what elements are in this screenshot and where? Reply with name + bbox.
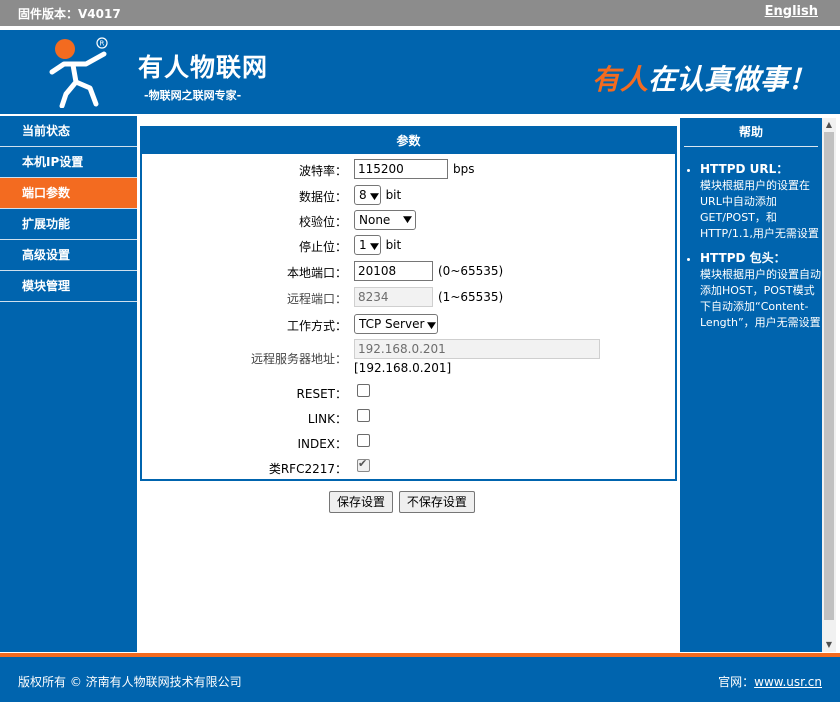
stopbits-unit: bit — [385, 238, 402, 252]
sidebar-item-status[interactable]: 当前状态 — [0, 116, 137, 147]
footer: 版权所有 © 济南有人物联网技术有限公司 官网：www.usr.cn — [0, 657, 840, 702]
remote-port-range: (1~65535) — [438, 290, 504, 304]
databits-select[interactable]: 8 ▼ — [354, 185, 381, 205]
params-panel: 参数 波特率： 115200 bps 数据位： 8 ▼ bit 校验位： None ▼ … — [140, 126, 677, 481]
local-port-row: 本地端口： 20108 (0~65535) — [142, 261, 675, 283]
remote-server-note: [192.168.0.201] — [354, 361, 452, 375]
mode-value: TCP Server — [359, 317, 425, 331]
index-checkbox[interactable] — [357, 434, 370, 447]
index-label: INDEX： — [297, 437, 347, 451]
help-item-heading: HTTPD URL： — [700, 162, 789, 176]
stopbits-select[interactable]: 1 ▼ — [354, 235, 381, 255]
copyright: 版权所有 © 济南有人物联网技术有限公司 — [18, 675, 242, 689]
baud-unit: bps — [453, 162, 475, 176]
reset-row: RESET： — [142, 382, 675, 404]
website: 官网：www.usr.cn — [718, 673, 822, 690]
rfc2217-label: 类RFC2217： — [268, 462, 347, 476]
sidebar-nav: 当前状态 本机IP设置 端口参数 扩展功能 高级设置 模块管理 — [0, 116, 137, 652]
main-content: 参数 波特率： 115200 bps 数据位： 8 ▼ bit 校验位： None ▼ … — [140, 126, 677, 481]
help-item: HTTPD URL： 模块根据用户的设置在URL中自动添加GET/POST，和HT… — [700, 161, 822, 242]
sidebar-item-extended[interactable]: 扩展功能 — [0, 209, 137, 240]
scrollbar-thumb[interactable] — [824, 132, 834, 620]
brand-name: 有人物联网 — [138, 53, 269, 82]
link-checkbox[interactable] — [357, 409, 370, 422]
panel-title: 参数 — [142, 128, 675, 154]
rfc2217-row: 类RFC2217： — [142, 457, 675, 479]
databits-value: 8 — [359, 188, 367, 202]
arrow-down-icon[interactable]: ▼ — [822, 638, 836, 652]
form-buttons: 保存设置 不保存设置 — [329, 491, 477, 513]
sidebar-item-ip-settings[interactable]: 本机IP设置 — [0, 147, 137, 178]
running-man-logo-icon: R — [49, 37, 108, 108]
databits-label: 数据位： — [298, 190, 347, 204]
stopbits-label: 停止位： — [298, 240, 347, 254]
local-port-label: 本地端口： — [286, 266, 347, 280]
parity-value: None — [359, 213, 391, 227]
save-button[interactable]: 保存设置 — [329, 491, 394, 513]
remote-port-input[interactable]: 8234 — [354, 287, 433, 307]
databits-row: 数据位： 8 ▼ bit — [142, 185, 675, 207]
website-link[interactable]: www.usr.cn — [754, 675, 822, 689]
help-list: HTTPD URL： 模块根据用户的设置在URL中自动添加GET/POST，和HT… — [680, 161, 822, 331]
mode-select[interactable]: TCP Server ▼ — [354, 314, 439, 334]
remote-server-input[interactable]: 192.168.0.201 — [354, 339, 600, 359]
parity-label: 校验位： — [298, 215, 347, 229]
stopbits-value: 1 — [359, 238, 367, 252]
remote-server-label: 远程服务器地址： — [250, 352, 347, 366]
slogan: 有人在认真做事！ — [592, 58, 816, 98]
slogan-accent: 有人 — [591, 63, 648, 96]
parity-row: 校验位： None ▼ — [142, 210, 675, 232]
arrow-up-icon[interactable]: ▲ — [822, 118, 836, 132]
link-label: LINK： — [307, 412, 347, 426]
rfc2217-checkbox[interactable] — [357, 457, 370, 472]
mode-label: 工作方式： — [286, 319, 347, 333]
link-row: LINK： — [142, 407, 675, 429]
english-language-link[interactable]: English — [765, 4, 818, 19]
chevron-down-icon: ▼ — [369, 242, 379, 252]
remote-server-row: 远程服务器地址： 192.168.0.201 [192.168.0.201] — [142, 339, 675, 379]
local-port-input[interactable]: 20108 — [354, 261, 433, 281]
remote-port-label: 远程端口： — [286, 292, 347, 306]
parity-select[interactable]: None ▼ — [354, 210, 416, 230]
help-scrollbar[interactable]: ▲ ▼ — [822, 118, 836, 652]
help-panel: 帮助 HTTPD URL： 模块根据用户的设置在URL中自动添加GET/POST，… — [680, 118, 822, 652]
baud-input[interactable]: 115200 — [354, 159, 448, 179]
slogan-rest: 在认真做事！ — [647, 63, 816, 96]
chevron-down-icon: ▼ — [427, 321, 437, 331]
sidebar-item-advanced[interactable]: 高级设置 — [0, 240, 137, 271]
baud-row: 波特率： 115200 bps — [142, 159, 675, 181]
mode-row: 工作方式： TCP Server ▼ — [142, 314, 675, 336]
sidebar-item-port-params[interactable]: 端口参数 — [0, 178, 137, 209]
remote-port-row: 远程端口： 8234 (1~65535) — [142, 287, 675, 309]
sidebar-item-module-manage[interactable]: 模块管理 — [0, 271, 137, 302]
svg-text:R: R — [100, 40, 105, 48]
baud-label: 波特率： — [298, 164, 347, 178]
top-bar: 固件版本：V4017 English — [0, 0, 840, 26]
help-title: 帮助 — [684, 118, 818, 147]
chevron-down-icon: ▼ — [369, 192, 379, 202]
reset-label: RESET： — [296, 387, 347, 401]
stopbits-row: 停止位： 1 ▼ bit — [142, 235, 675, 257]
reset-checkbox[interactable] — [357, 384, 370, 397]
help-item-heading: HTTPD 包头： — [700, 251, 786, 265]
brand-tagline: -物联网之联网专家- — [144, 89, 242, 102]
help-item-text: 模块根据用户的设置在URL中自动添加GET/POST，和HTTP/1.1,用户无… — [700, 179, 819, 240]
index-row: INDEX： — [142, 432, 675, 454]
help-item: HTTPD 包头： 模块根据用户的设置自动添加HOST，POST模式下自动添加“C… — [700, 250, 822, 331]
databits-unit: bit — [385, 188, 402, 202]
help-item-text: 模块根据用户的设置自动添加HOST，POST模式下自动添加“Content-Le… — [700, 268, 821, 329]
chevron-down-icon: ▼ — [403, 215, 413, 225]
website-label: 官网： — [718, 675, 755, 689]
discard-button[interactable]: 不保存设置 — [398, 491, 475, 513]
firmware-version: 固件版本：V4017 — [18, 7, 121, 21]
local-port-range: (0~65535) — [438, 264, 504, 278]
